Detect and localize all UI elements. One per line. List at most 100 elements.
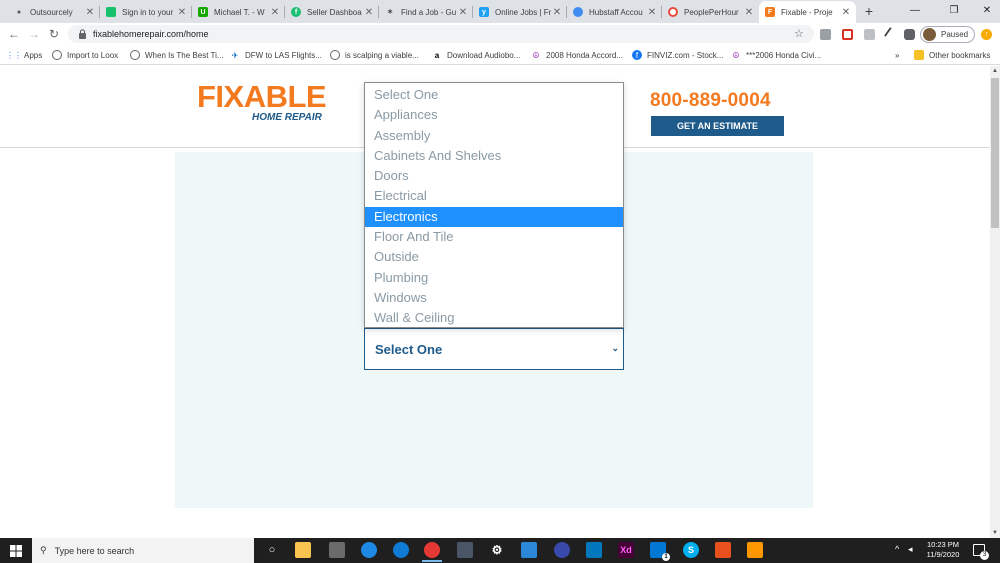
restore-icon[interactable]: ❐ bbox=[937, 0, 971, 20]
chevron-down-icon: ⌄ bbox=[611, 343, 619, 353]
option-appliances[interactable]: Appliances bbox=[365, 105, 623, 125]
reload-icon[interactable]: ↻ bbox=[46, 26, 62, 42]
taskbar-search[interactable]: ⚲ Type here to search bbox=[32, 538, 254, 563]
option-floor-and-tile[interactable]: Floor And Tile bbox=[365, 227, 623, 247]
calculator-icon[interactable] bbox=[457, 542, 473, 558]
bookmark-apps[interactable]: ⋮⋮ Apps bbox=[6, 49, 42, 61]
bookmark-item[interactable]: When Is The Best Ti... bbox=[130, 49, 224, 61]
task-view-icon[interactable]: ○ bbox=[264, 542, 280, 558]
bookmark-item[interactable]: ☮ 2008 Honda Accord... bbox=[531, 49, 623, 61]
app-icon[interactable] bbox=[554, 542, 570, 558]
bookmark-item[interactable]: ✈ DFW to LAS Flights... bbox=[230, 49, 322, 61]
adobe-xd-icon[interactable]: Xd bbox=[618, 542, 634, 558]
update-icon[interactable]: ↑ bbox=[981, 29, 992, 40]
close-icon[interactable]: ✕ bbox=[363, 7, 375, 18]
bookmark-item[interactable]: is scalping a viable... bbox=[330, 49, 419, 61]
show-hidden-icons-icon[interactable]: ^ bbox=[895, 544, 899, 554]
new-tab-plus-icon[interactable]: + bbox=[861, 3, 877, 19]
settings-gear-icon[interactable]: ⚙ bbox=[489, 542, 505, 558]
close-icon[interactable]: ✕ bbox=[743, 7, 755, 18]
tab-upwork[interactable]: U Michael T. - W ✕ bbox=[192, 1, 285, 23]
avatar bbox=[923, 28, 936, 41]
tab-online-jobs[interactable]: y Online Jobs | Fr ✕ bbox=[473, 1, 567, 23]
tab-sign-in[interactable]: Sign in to your ✕ bbox=[100, 1, 192, 23]
windows-taskbar: ⚲ Type here to search ○ ⚙ Xd 1 S ^ ◂ 10:… bbox=[0, 538, 1000, 563]
get-estimate-button[interactable]: GET AN ESTIMATE bbox=[651, 116, 784, 136]
search-icon: ⚲ bbox=[40, 545, 47, 555]
close-icon[interactable]: ✕ bbox=[646, 7, 658, 18]
scroll-up-icon[interactable]: ▲ bbox=[992, 68, 998, 74]
window-close-icon[interactable]: ✕ bbox=[970, 0, 1000, 20]
file-explorer-icon[interactable] bbox=[295, 542, 311, 558]
back-arrow-icon[interactable]: ← bbox=[6, 26, 22, 42]
option-plumbing[interactable]: Plumbing bbox=[365, 268, 623, 288]
bookmark-item[interactable]: f FINVIZ.com - Stock... bbox=[632, 49, 723, 61]
extension-icon[interactable] bbox=[864, 29, 875, 40]
pen-icon[interactable] bbox=[883, 26, 900, 43]
tab-hubstaff[interactable]: Hubstaff Accou ✕ bbox=[567, 1, 662, 23]
scrollbar-thumb[interactable] bbox=[991, 78, 999, 228]
bookmark-item[interactable]: ☮ ***2006 Honda Civi... bbox=[731, 49, 821, 61]
more-bookmarks-chevron[interactable]: » bbox=[895, 49, 899, 61]
pocket-icon[interactable] bbox=[842, 29, 853, 40]
apps-grid-icon: ⋮⋮ bbox=[6, 50, 22, 60]
bookmarks-bar: ⋮⋮ Apps Import to Loox When Is The Best … bbox=[0, 45, 1000, 65]
upwork-icon: U bbox=[198, 7, 208, 17]
tab-peopleperhour[interactable]: PeoplePerHour ✕ bbox=[662, 1, 759, 23]
option-outside[interactable]: Outside bbox=[365, 247, 623, 267]
search-placeholder: Type here to search bbox=[54, 545, 135, 556]
page-scrollbar[interactable]: ▲ ▼ bbox=[990, 66, 1000, 538]
option-electronics[interactable]: Electronics bbox=[365, 206, 623, 228]
safari-icon[interactable] bbox=[361, 542, 377, 558]
option-wall-and-ceiling[interactable]: Wall & Ceiling bbox=[365, 308, 623, 328]
address-bar[interactable]: fixablehomerepair.com/home bbox=[68, 25, 814, 43]
close-icon[interactable]: ✕ bbox=[840, 7, 852, 18]
option-doors[interactable]: Doors bbox=[365, 166, 623, 186]
windows-start-icon[interactable] bbox=[10, 545, 22, 557]
notification-icon[interactable]: 3 bbox=[973, 544, 989, 560]
store-icon[interactable] bbox=[329, 542, 345, 558]
close-icon[interactable]: ✕ bbox=[176, 7, 188, 18]
puzzle-icon[interactable] bbox=[904, 29, 915, 40]
close-icon[interactable]: ✕ bbox=[269, 7, 281, 18]
option-assembly[interactable]: Assembly bbox=[365, 126, 623, 146]
forward-arrow-icon[interactable]: → bbox=[26, 26, 42, 42]
option-electrical[interactable]: Electrical bbox=[365, 186, 623, 206]
app-icon[interactable] bbox=[521, 542, 537, 558]
xampp-icon[interactable] bbox=[715, 542, 731, 558]
chrome-icon[interactable] bbox=[422, 542, 442, 562]
option-select-one[interactable]: Select One bbox=[365, 85, 623, 105]
bookmark-label: ***2006 Honda Civi... bbox=[746, 50, 822, 60]
facebook-icon: f bbox=[632, 50, 642, 60]
service-select[interactable]: Select One ⌄ bbox=[364, 328, 624, 370]
taskbar-clock[interactable]: 10:23 PM 11/9/2020 bbox=[918, 540, 968, 560]
tab-outsourcely[interactable]: ● Outsourcely ✕ bbox=[8, 1, 100, 23]
tab-fiverr[interactable]: f Seller Dashboa ✕ bbox=[285, 1, 379, 23]
phone-number[interactable]: 800-889-0004 bbox=[650, 90, 771, 112]
option-cabinets-and-shelves[interactable]: Cabinets And Shelves bbox=[365, 146, 623, 166]
mail-icon[interactable]: 1 bbox=[650, 542, 670, 561]
service-dropdown-list: Select One Appliances Assembly Cabinets … bbox=[364, 82, 624, 328]
close-icon[interactable]: ✕ bbox=[551, 7, 563, 18]
tab-fixable[interactable]: F Fixable - Proje ✕ bbox=[759, 1, 856, 23]
scroll-down-icon[interactable]: ▼ bbox=[992, 530, 998, 536]
close-icon[interactable]: ✕ bbox=[457, 7, 469, 18]
bookmark-star-icon[interactable]: ☆ bbox=[794, 27, 804, 40]
peace-icon: ☮ bbox=[732, 50, 740, 60]
fixable-logo[interactable]: FIXABLE HOME REPAIR bbox=[197, 81, 327, 123]
speaker-icon[interactable]: ◂ bbox=[908, 544, 913, 555]
minimize-icon[interactable]: — bbox=[898, 0, 932, 20]
bookmark-item[interactable]: Import to Loox bbox=[52, 49, 118, 61]
close-icon[interactable]: ✕ bbox=[84, 7, 96, 18]
photos-icon[interactable] bbox=[586, 542, 602, 558]
bookmark-label: Import to Loox bbox=[67, 50, 119, 60]
profile-button[interactable]: Paused bbox=[920, 26, 975, 43]
tab-guru[interactable]: ✶ Find a Job - Gu ✕ bbox=[379, 1, 473, 23]
edge-icon[interactable] bbox=[393, 542, 409, 558]
skype-icon[interactable]: S bbox=[683, 542, 699, 558]
bookmark-item[interactable]: a Download Audiobo... bbox=[432, 49, 521, 61]
sublime-icon[interactable] bbox=[747, 542, 763, 558]
extension-icon[interactable] bbox=[820, 29, 831, 40]
option-windows[interactable]: Windows bbox=[365, 288, 623, 308]
other-bookmarks[interactable]: Other bookmarks bbox=[914, 49, 990, 61]
